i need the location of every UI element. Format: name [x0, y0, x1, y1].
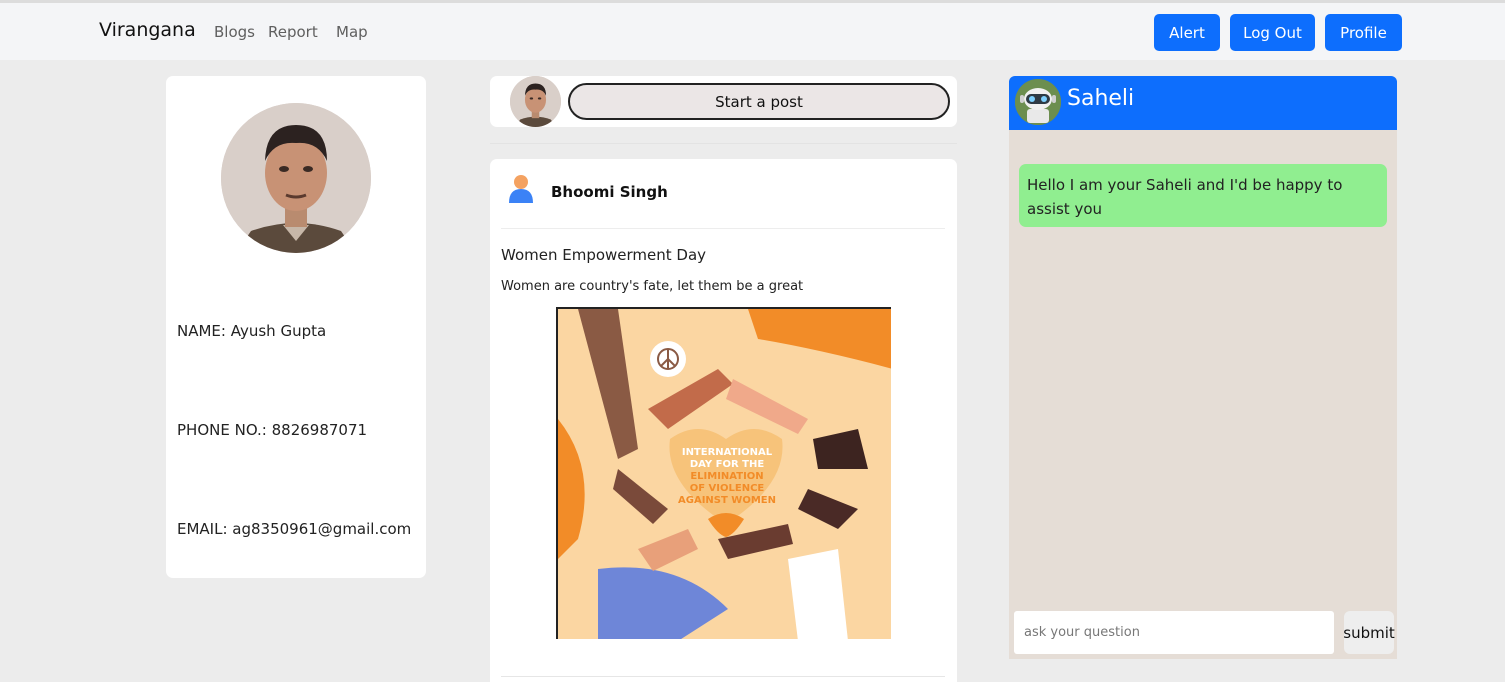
chat-title: Saheli: [1067, 86, 1135, 111]
chat-header: Saheli: [1009, 76, 1397, 130]
profile-avatar: [221, 103, 371, 253]
nav-link-map[interactable]: Map: [336, 23, 368, 41]
poster-line-2: DAY FOR THE: [689, 459, 765, 470]
chat-question-input[interactable]: [1014, 611, 1334, 654]
start-post-button[interactable]: Start a post: [568, 83, 950, 120]
alert-button[interactable]: Alert: [1154, 14, 1220, 51]
poster-line-1: INTERNATIONAL: [681, 447, 773, 458]
composer-avatar: [510, 76, 561, 127]
post-title: Women Empowerment Day: [501, 246, 707, 264]
post-author[interactable]: Bhoomi Singh: [551, 183, 668, 201]
brand-logo[interactable]: Virangana: [99, 19, 196, 41]
logout-button[interactable]: Log Out: [1230, 14, 1315, 51]
post-footer-divider: [501, 676, 945, 677]
feed-divider: [490, 143, 957, 144]
user-icon: [507, 173, 535, 205]
poster-line-5: AGAINST WOMEN: [678, 495, 776, 506]
poster-line-4: OF VIOLENCE: [689, 483, 765, 494]
post-body: Women are country's fate, let them be a …: [501, 279, 804, 294]
chat-submit-button[interactable]: submit: [1343, 611, 1395, 654]
poster-line-3: ELIMINATION: [690, 471, 764, 482]
profile-card: NAME: Ayush Gupta PHONE NO.: 8826987071 …: [166, 76, 426, 578]
post-composer: Start a post: [490, 76, 957, 127]
post-image: INTERNATIONAL DAY FOR THE ELIMINATION OF…: [556, 307, 891, 639]
profile-button[interactable]: Profile: [1325, 14, 1402, 51]
nav-link-blogs[interactable]: Blogs: [214, 23, 255, 41]
profile-phone: PHONE NO.: 8826987071: [177, 421, 368, 439]
chatbot-panel: Saheli Hello I am your Saheli and I'd be…: [1009, 76, 1397, 659]
nav-link-report[interactable]: Report: [268, 23, 318, 41]
top-navbar: Virangana Blogs Report Map Alert Log Out…: [0, 0, 1505, 60]
profile-name: NAME: Ayush Gupta: [177, 322, 327, 340]
robot-icon: [1015, 79, 1061, 125]
feed-post: Bhoomi Singh Women Empowerment Day Women…: [490, 159, 957, 682]
bot-message-bubble: Hello I am your Saheli and I'd be happy …: [1019, 164, 1387, 227]
post-header-divider: [501, 228, 945, 229]
profile-email: EMAIL: ag8350961@gmail.com: [177, 520, 412, 538]
